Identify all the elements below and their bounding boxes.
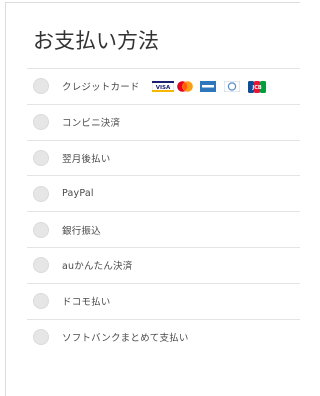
radio-button[interactable] — [33, 185, 49, 202]
payment-option-label: ドコモ払い — [62, 297, 111, 309]
radio-button[interactable] — [33, 221, 49, 238]
payment-panel: お支払い方法 クレジットカード VISA JCB コンビニ決済 翌月後払い Pa… — [5, 2, 300, 396]
payment-option-bank-transfer[interactable]: 銀行振込 — [27, 211, 300, 247]
payment-option-softbank[interactable]: ソフトバンクまとめて支払い — [27, 318, 300, 355]
radio-button[interactable] — [33, 293, 49, 310]
mastercard-icon — [176, 81, 194, 92]
payment-option-label: auかんたん決済 — [62, 261, 133, 273]
payment-option-convenience-store[interactable]: コンビニ決済 — [27, 103, 300, 140]
payment-option-label: 翌月後払い — [62, 153, 111, 165]
payment-option-au-easy-payment[interactable]: auかんたん決済 — [27, 246, 300, 283]
radio-button[interactable] — [33, 149, 49, 166]
payment-option-label: コンビニ決済 — [62, 118, 121, 130]
svg-text:VISA: VISA — [155, 85, 170, 91]
radio-button[interactable] — [33, 78, 49, 95]
radio-button[interactable] — [33, 114, 49, 131]
radio-button[interactable] — [33, 328, 49, 345]
payment-option-label: PayPal — [62, 188, 94, 200]
svg-text:JCB: JCB — [251, 85, 262, 91]
payment-option-deferred-payment[interactable]: 翌月後払い — [27, 139, 300, 176]
payment-option-paypal[interactable]: PayPal — [27, 175, 300, 211]
jcb-icon: JCB — [247, 80, 266, 93]
payment-option-label: 銀行振込 — [62, 225, 101, 237]
card-brand-icons: VISA JCB — [151, 80, 266, 93]
payment-option-label: ソフトバンクまとめて支払い — [62, 332, 189, 344]
payment-option-docomo[interactable]: ドコモ払い — [27, 282, 300, 319]
diners-icon — [223, 80, 242, 92]
payment-option-credit-card[interactable]: クレジットカード VISA JCB — [27, 68, 300, 104]
payment-option-label: クレジットカード — [62, 82, 140, 94]
page-title: お支払い方法 — [33, 29, 159, 53]
visa-icon: VISA — [151, 80, 174, 92]
payment-method-list: クレジットカード VISA JCB コンビニ決済 翌月後払い PayPal 銀行… — [27, 68, 300, 354]
amex-icon — [199, 80, 218, 92]
radio-button[interactable] — [33, 257, 49, 274]
